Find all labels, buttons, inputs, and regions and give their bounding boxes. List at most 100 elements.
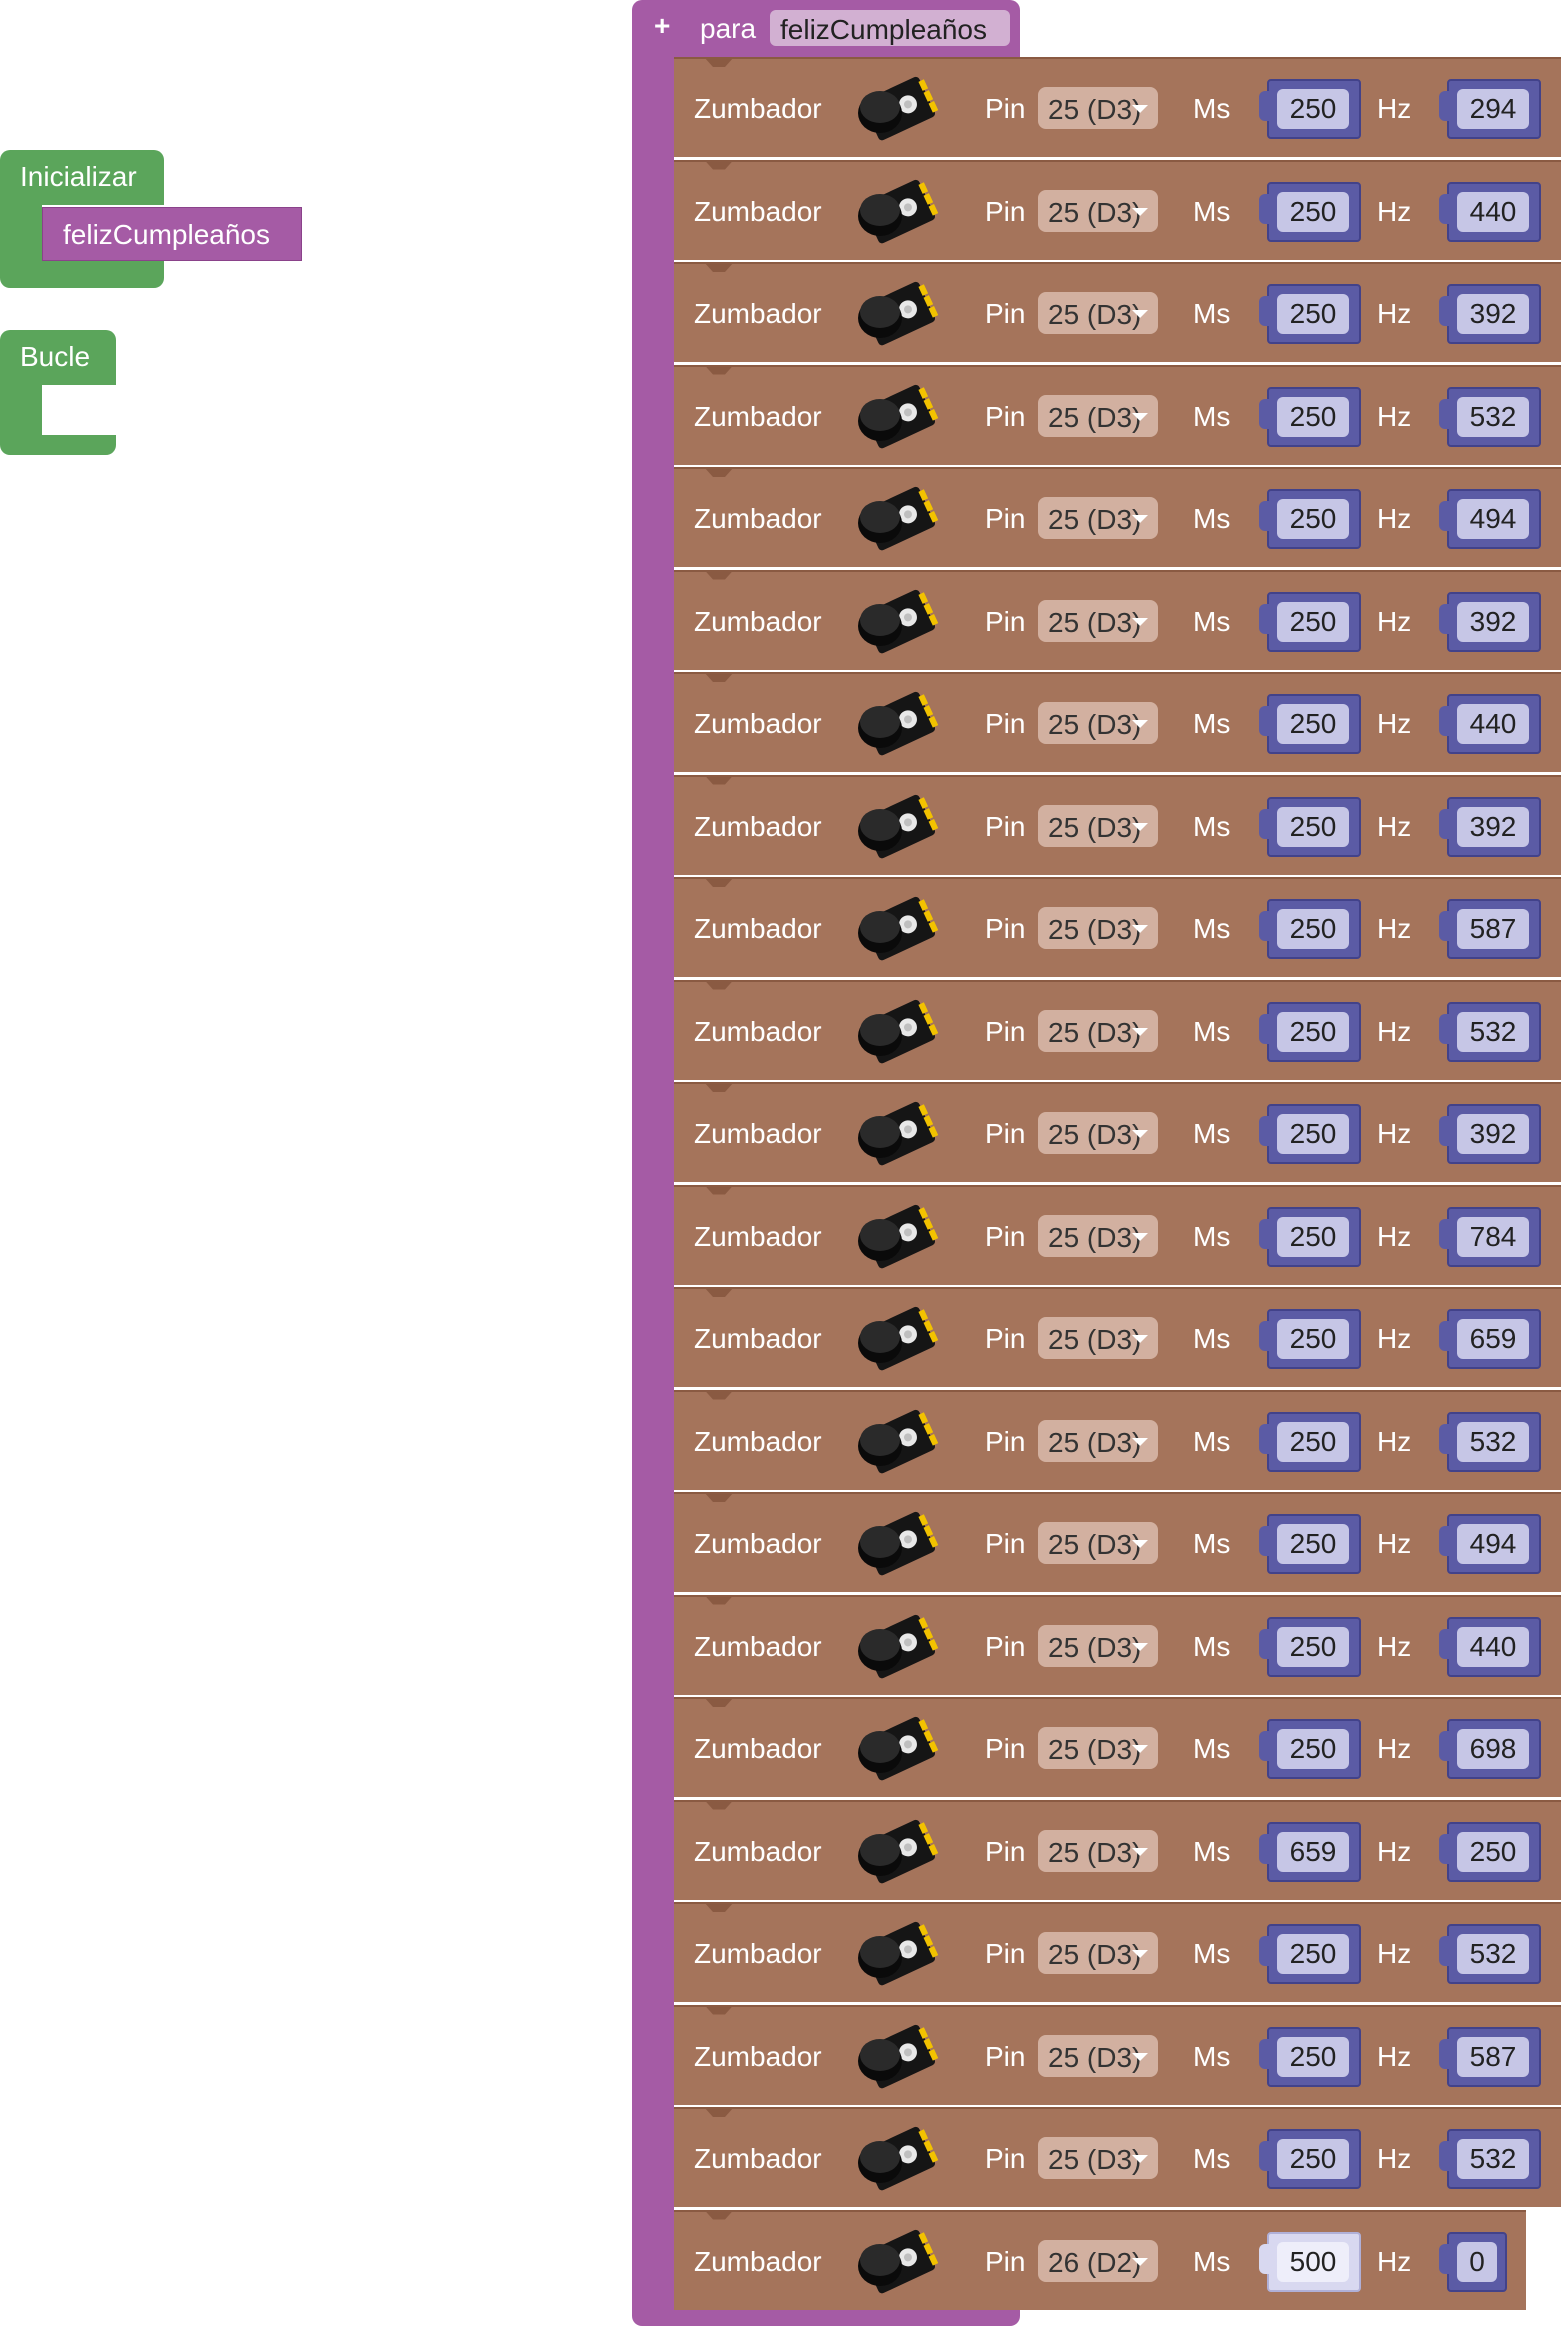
buzzer-block[interactable]: Zumbador Pin 25 (D3) Ms 250 Hz 784 bbox=[674, 1184, 1561, 1285]
buzzer-block[interactable]: Zumbador Pin 25 (D3) Ms 250 Hz 392 bbox=[674, 774, 1561, 875]
ms-input[interactable]: 250 bbox=[1277, 1421, 1349, 1462]
ms-input[interactable]: 250 bbox=[1277, 1729, 1349, 1769]
ms-input[interactable]: 250 bbox=[1277, 1934, 1349, 1974]
hz-input[interactable]: 532 bbox=[1457, 2139, 1529, 2179]
hz-number-block[interactable]: 587 bbox=[1439, 2026, 1541, 2087]
ms-number-block[interactable]: 659 bbox=[1259, 1821, 1361, 1882]
hz-number-block[interactable]: 532 bbox=[1439, 386, 1541, 447]
init-call-block[interactable]: felizCumpleaños bbox=[42, 207, 302, 261]
hz-input[interactable]: 392 bbox=[1457, 294, 1529, 334]
ms-input[interactable]: 250 bbox=[1277, 2036, 1349, 2077]
ms-number-block[interactable]: 250 bbox=[1259, 181, 1361, 242]
ms-input[interactable]: 250 bbox=[1277, 396, 1349, 437]
ms-input[interactable]: 250 bbox=[1277, 1216, 1349, 1257]
buzzer-block[interactable]: Zumbador Pin 25 (D3) Ms 250 Hz 392 bbox=[674, 569, 1561, 670]
hz-number-block[interactable]: 392 bbox=[1439, 796, 1541, 857]
ms-number-block[interactable]: 250 bbox=[1259, 694, 1361, 754]
buzzer-block[interactable]: Zumbador Pin 25 (D3) Ms 250 Hz 494 bbox=[674, 1492, 1561, 1592]
hz-number-block[interactable]: 440 bbox=[1439, 1616, 1541, 1677]
ms-input[interactable]: 250 bbox=[1277, 294, 1349, 334]
hz-input[interactable]: 440 bbox=[1457, 1626, 1529, 1667]
ms-input[interactable]: 250 bbox=[1277, 1524, 1349, 1564]
pin-dropdown[interactable]: 25 (D3) bbox=[1038, 804, 1158, 847]
pin-dropdown[interactable]: 25 (D3) bbox=[1038, 1214, 1158, 1257]
hz-input[interactable]: 587 bbox=[1457, 909, 1529, 949]
hz-number-block[interactable]: 784 bbox=[1439, 1206, 1541, 1267]
ms-number-block[interactable]: 250 bbox=[1259, 1719, 1361, 1779]
ms-input[interactable]: 250 bbox=[1277, 1626, 1349, 1667]
pin-dropdown[interactable]: 25 (D3) bbox=[1038, 2137, 1158, 2179]
buzzer-block[interactable]: Zumbador Pin 25 (D3) Ms 250 Hz 532 bbox=[674, 2107, 1561, 2207]
function-definition-block[interactable]: + para felizCumpleaños bbox=[632, 0, 1020, 57]
pin-dropdown[interactable]: 25 (D3) bbox=[1038, 1317, 1158, 1359]
ms-number-block[interactable]: 250 bbox=[1259, 1924, 1361, 1984]
hz-input[interactable]: 440 bbox=[1457, 704, 1529, 744]
ms-number-block[interactable]: 250 bbox=[1259, 79, 1361, 139]
hz-number-block[interactable]: 0 bbox=[1439, 2231, 1507, 2292]
pin-dropdown[interactable]: 26 (D2) bbox=[1038, 2239, 1158, 2282]
pin-dropdown[interactable]: 25 (D3) bbox=[1038, 599, 1158, 642]
hz-input[interactable]: 494 bbox=[1457, 1524, 1529, 1564]
hz-number-block[interactable]: 532 bbox=[1439, 1924, 1541, 1984]
ms-input[interactable]: 250 bbox=[1277, 1011, 1349, 1052]
hz-number-block[interactable]: 532 bbox=[1439, 1411, 1541, 1472]
ms-number-block[interactable]: 250 bbox=[1259, 591, 1361, 652]
ms-input[interactable]: 250 bbox=[1277, 89, 1349, 129]
hz-number-block[interactable]: 294 bbox=[1439, 79, 1541, 139]
ms-number-block[interactable]: 250 bbox=[1259, 1514, 1361, 1574]
buzzer-block[interactable]: Zumbador Pin 25 (D3) Ms 250 Hz 392 bbox=[674, 1082, 1561, 1182]
pin-dropdown[interactable]: 25 (D3) bbox=[1038, 1829, 1158, 1872]
pin-dropdown[interactable]: 25 (D3) bbox=[1038, 1419, 1158, 1462]
hz-number-block[interactable]: 494 bbox=[1439, 489, 1541, 549]
buzzer-block[interactable]: Zumbador Pin 25 (D3) Ms 250 Hz 440 bbox=[674, 672, 1561, 772]
pin-dropdown[interactable]: 25 (D3) bbox=[1038, 2034, 1158, 2077]
hz-number-block[interactable]: 392 bbox=[1439, 591, 1541, 652]
plus-icon[interactable]: + bbox=[654, 12, 670, 40]
pin-dropdown[interactable]: 25 (D3) bbox=[1038, 702, 1158, 744]
ms-number-block[interactable]: 250 bbox=[1259, 899, 1361, 959]
buzzer-block[interactable]: Zumbador Pin 25 (D3) Ms 250 Hz 587 bbox=[674, 2004, 1561, 2105]
buzzer-block[interactable]: Zumbador Pin 25 (D3) Ms 250 Hz 532 bbox=[674, 979, 1561, 1080]
hz-number-block[interactable]: 250 bbox=[1439, 1821, 1541, 1882]
hz-number-block[interactable]: 440 bbox=[1439, 694, 1541, 754]
pin-dropdown[interactable]: 25 (D3) bbox=[1038, 1522, 1158, 1564]
pin-dropdown[interactable]: 25 (D3) bbox=[1038, 87, 1158, 129]
buzzer-block[interactable]: Zumbador Pin 25 (D3) Ms 250 Hz 532 bbox=[674, 1902, 1561, 2002]
ms-number-block[interactable]: 250 bbox=[1259, 284, 1361, 344]
hz-input[interactable]: 698 bbox=[1457, 1729, 1529, 1769]
hz-input[interactable]: 494 bbox=[1457, 499, 1529, 539]
ms-input[interactable]: 250 bbox=[1277, 1114, 1349, 1154]
ms-input[interactable]: 659 bbox=[1277, 1831, 1349, 1872]
ms-input[interactable]: 250 bbox=[1277, 704, 1349, 744]
hz-number-block[interactable]: 494 bbox=[1439, 1514, 1541, 1574]
ms-number-block[interactable]: 250 bbox=[1259, 1104, 1361, 1164]
buzzer-block[interactable]: Zumbador Pin 25 (D3) Ms 250 Hz 440 bbox=[674, 1594, 1561, 1695]
hz-input[interactable]: 587 bbox=[1457, 2036, 1529, 2077]
hz-input[interactable]: 440 bbox=[1457, 191, 1529, 232]
hz-input[interactable]: 392 bbox=[1457, 1114, 1529, 1154]
hz-number-block[interactable]: 532 bbox=[1439, 1001, 1541, 1062]
pin-dropdown[interactable]: 25 (D3) bbox=[1038, 189, 1158, 232]
buzzer-block[interactable]: Zumbador Pin 25 (D3) Ms 250 Hz 440 bbox=[674, 159, 1561, 260]
hz-input[interactable]: 0 bbox=[1457, 2241, 1497, 2282]
hz-number-block[interactable]: 587 bbox=[1439, 899, 1541, 959]
buzzer-block[interactable]: Zumbador Pin 25 (D3) Ms 250 Hz 587 bbox=[674, 877, 1561, 977]
buzzer-block[interactable]: Zumbador Pin 25 (D3) Ms 250 Hz 392 bbox=[674, 262, 1561, 362]
ms-input[interactable]: 250 bbox=[1277, 499, 1349, 539]
buzzer-block[interactable]: Zumbador Pin 25 (D3) Ms 250 Hz 494 bbox=[674, 467, 1561, 567]
ms-number-block[interactable]: 250 bbox=[1259, 2129, 1361, 2189]
hz-input[interactable]: 532 bbox=[1457, 396, 1529, 437]
hz-input[interactable]: 532 bbox=[1457, 1934, 1529, 1974]
buzzer-block[interactable]: Zumbador Pin 25 (D3) Ms 659 Hz 250 bbox=[674, 1799, 1561, 1900]
ms-input[interactable]: 250 bbox=[1277, 806, 1349, 847]
hz-number-block[interactable]: 392 bbox=[1439, 1104, 1541, 1164]
hz-input[interactable]: 659 bbox=[1457, 1319, 1529, 1359]
ms-number-block[interactable]: 250 bbox=[1259, 1001, 1361, 1062]
pin-dropdown[interactable]: 25 (D3) bbox=[1038, 1727, 1158, 1769]
ms-number-block[interactable]: 250 bbox=[1259, 489, 1361, 549]
buzzer-block[interactable]: Zumbador Pin 25 (D3) Ms 250 Hz 532 bbox=[674, 1389, 1561, 1490]
hz-input[interactable]: 294 bbox=[1457, 89, 1529, 129]
ms-number-block[interactable]: 250 bbox=[1259, 1411, 1361, 1472]
pin-dropdown[interactable]: 25 (D3) bbox=[1038, 1624, 1158, 1667]
buzzer-block[interactable]: Zumbador Pin 25 (D3) Ms 250 Hz 532 bbox=[674, 364, 1561, 465]
